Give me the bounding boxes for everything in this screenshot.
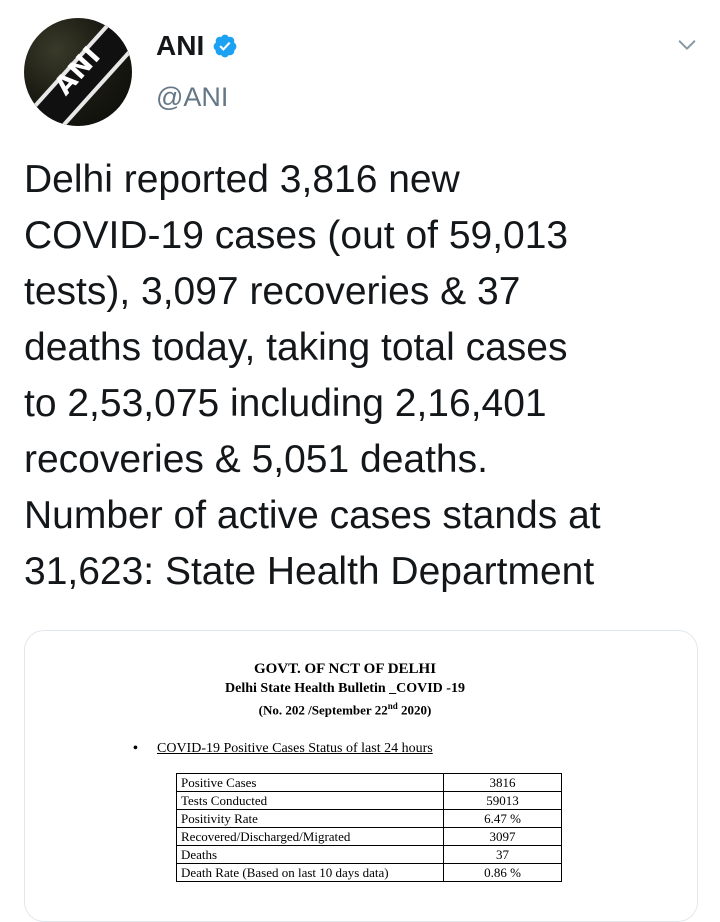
row-value: 3816 — [443, 773, 562, 792]
table-row: Tests Conducted 59013 — [176, 791, 562, 810]
bulletin-number: (No. 202 /September 22nd 2020) — [25, 701, 665, 718]
tweet-header: ANI ANI @ANI — [22, 16, 702, 126]
table-row: Deaths 37 — [176, 845, 562, 864]
bulletin-number-suffix: 2020) — [397, 702, 432, 718]
table-row: Positive Cases 3816 — [176, 773, 562, 792]
media-card[interactable]: GOVT. OF NCT OF DELHI Delhi State Health… — [24, 630, 698, 922]
handle[interactable]: @ANI — [156, 82, 228, 113]
tweet-text: Delhi reported 3,816 new COVID-19 cases … — [24, 158, 601, 593]
row-value: 37 — [443, 845, 562, 864]
bulletin-title: GOVT. OF NCT OF DELHI — [253, 661, 437, 677]
display-name[interactable]: ANI — [156, 30, 204, 62]
bulletin-subtitle: Delhi State Health Bulletin _COVID -19 — [225, 681, 465, 696]
row-label: Positive Cases — [176, 773, 444, 792]
chevron-down-icon[interactable] — [676, 34, 698, 56]
table-row: Recovered/Discharged/Migrated 3097 — [176, 827, 562, 846]
row-value: 6.47 % — [443, 809, 562, 828]
avatar[interactable]: ANI — [24, 18, 132, 126]
verified-badge-icon — [213, 34, 237, 58]
row-value: 59013 — [443, 791, 562, 810]
row-label: Tests Conducted — [176, 791, 444, 810]
row-label: Positivity Rate — [176, 809, 444, 828]
row-label: Death Rate (Based on last 10 days data) — [176, 863, 444, 882]
section-heading: COVID-19 Positive Cases Status of last 2… — [157, 741, 433, 756]
bulletin-number-sup: nd — [387, 701, 398, 711]
table-row: Death Rate (Based on last 10 days data) … — [176, 863, 562, 882]
name-row: ANI — [156, 30, 238, 62]
row-label: Recovered/Discharged/Migrated — [176, 827, 444, 846]
health-bulletin-image: GOVT. OF NCT OF DELHI Delhi State Health… — [25, 631, 697, 921]
bulletin-number-prefix: (No. 202 /September 22 — [258, 702, 388, 718]
row-label: Deaths — [176, 845, 444, 864]
bullet: • — [133, 741, 138, 756]
row-value: 3097 — [443, 827, 562, 846]
stats-table: Positive Cases 3816 Tests Conducted 5901… — [176, 773, 562, 882]
table-row: Positivity Rate 6.47 % — [176, 809, 562, 828]
row-value: 0.86 % — [443, 863, 562, 882]
